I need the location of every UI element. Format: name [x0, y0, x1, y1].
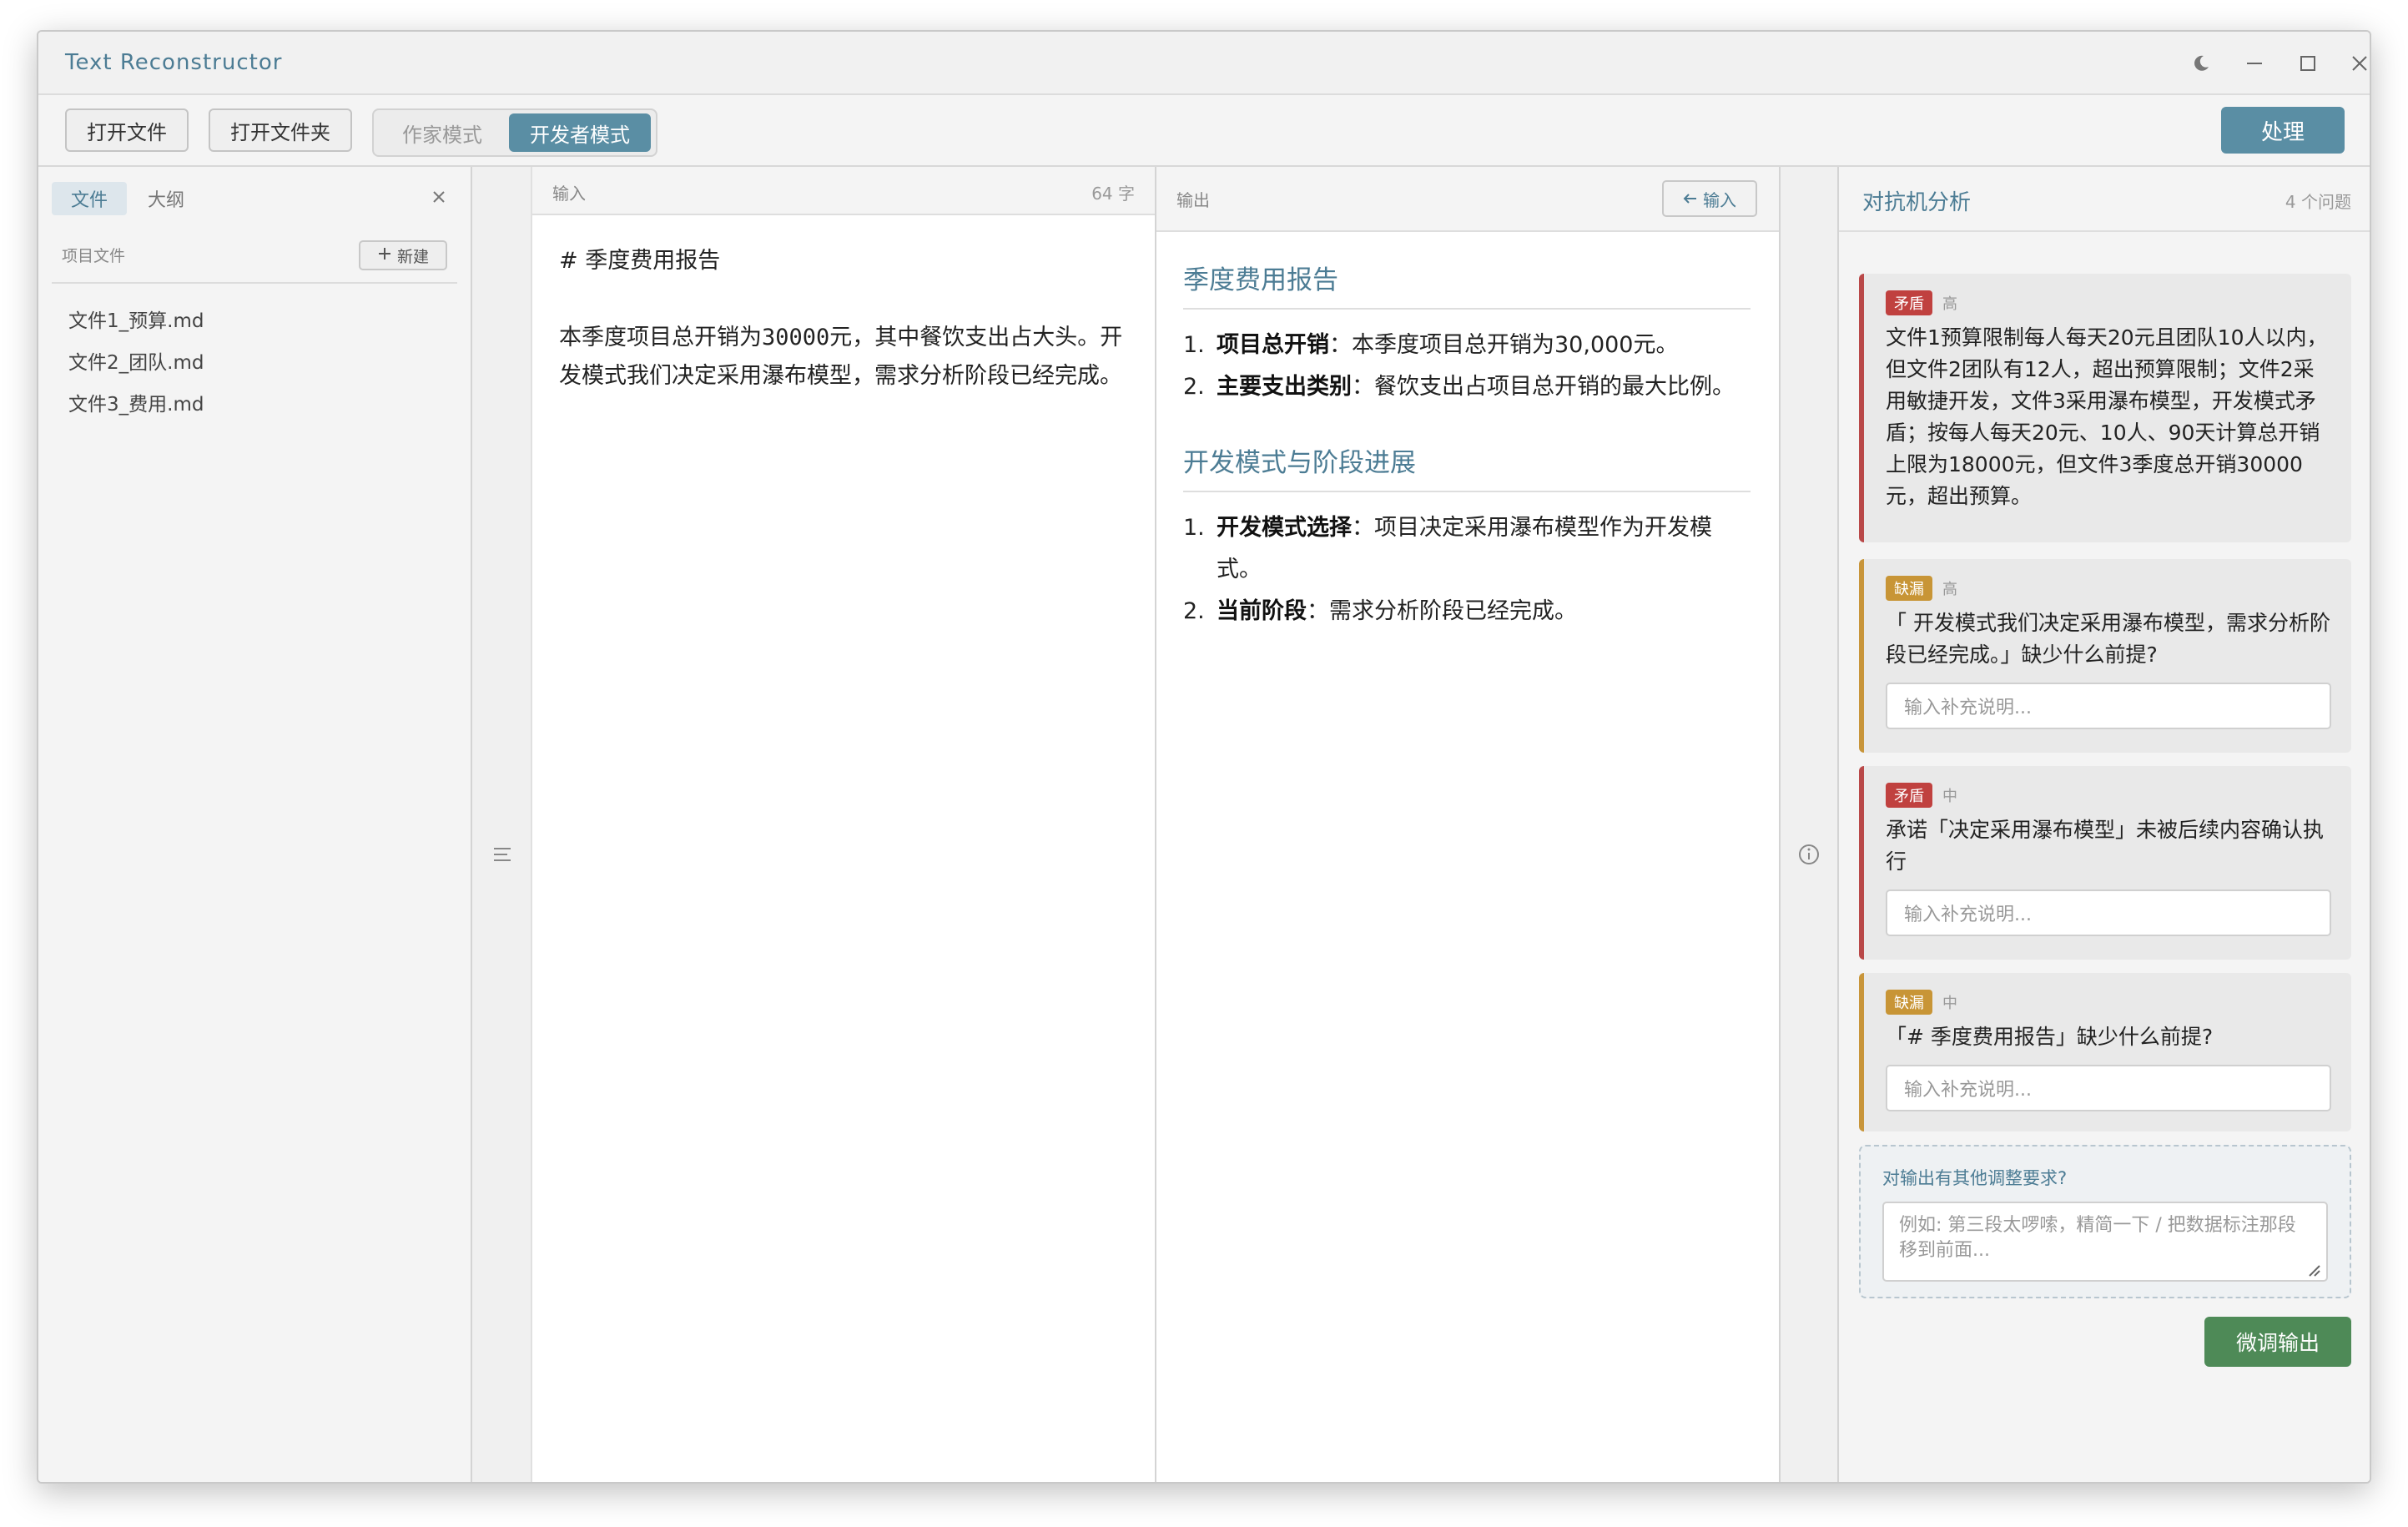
- output-list: 1. 开发模式选择：项目决定采用瀑布模型作为开发模式。 2. 当前阶段：需求分析阶段…: [1183, 507, 1751, 632]
- sidebar: 文件 大纲 项目文件 新建 文件1_预算.md 文件2_团队.md 文件3_费用…: [38, 167, 472, 1482]
- minimize-icon[interactable]: [2239, 48, 2269, 78]
- issue-card: 矛盾 高 文件1预算限制每人每天20元且团队10人以内，但文件2团队有12人，超…: [1859, 274, 2351, 542]
- divider: [52, 282, 457, 284]
- back-to-input-button[interactable]: 输入: [1662, 180, 1757, 217]
- output-gutter: [1781, 167, 1839, 1482]
- developer-mode-button[interactable]: 开发者模式: [509, 113, 651, 152]
- output-list: 1. 项目总开销：本季度项目总开销为30,000元。 2. 主要支出类别：餐饮支出占…: [1183, 325, 1751, 408]
- contradiction-badge: 矛盾: [1886, 290, 1932, 315]
- issue-card: 矛盾 中 承诺「决定采用瀑布模型」未被后续内容确认执行 输入补充说明...: [1859, 766, 2351, 960]
- input-label: 输入: [552, 184, 586, 204]
- input-editor[interactable]: # 季度费用报告 本季度项目总开销为30000元，其中餐饮支出占大头。开发模式我…: [559, 242, 1135, 434]
- file-list: 文件1_预算.md 文件2_团队.md 文件3_费用.md: [68, 300, 204, 426]
- list-item: 1. 开发模式选择：项目决定采用瀑布模型作为开发模式。: [1183, 515, 1712, 582]
- info-icon[interactable]: [1797, 843, 1821, 866]
- severity-label: 高: [1942, 295, 1957, 313]
- supplement-input[interactable]: 输入补充说明...: [1886, 1065, 2331, 1111]
- plus-icon: [377, 246, 392, 265]
- issue-count: 4 个问题: [2285, 192, 2351, 212]
- adjustment-label: 对输出有其他调整要求?: [1882, 1168, 2068, 1188]
- adjustment-box: 对输出有其他调整要求? 例如: 第三段太啰嗦，精简一下 / 把数据标注那段移到前…: [1859, 1145, 2351, 1298]
- char-count: 64 字: [1091, 184, 1135, 204]
- input-number: 30000: [762, 325, 830, 350]
- back-label: 输入: [1703, 189, 1736, 210]
- fine-tune-button[interactable]: 微调输出: [2204, 1317, 2351, 1367]
- writer-mode-button[interactable]: 作家模式: [379, 113, 506, 152]
- tab-outline[interactable]: 大纲: [137, 182, 195, 215]
- new-file-button[interactable]: 新建: [359, 240, 447, 270]
- resize-grip-icon[interactable]: [2306, 1260, 2321, 1277]
- input-gutter: [472, 167, 532, 1482]
- supplement-input[interactable]: 输入补充说明...: [1886, 889, 2331, 936]
- output-heading: 开发模式与阶段进展: [1183, 441, 1751, 492]
- issue-text: 文件1预算限制每人每天20元且团队10人以内，但文件2团队有12人，超出预算限制…: [1886, 325, 2328, 508]
- omission-badge: 缺漏: [1886, 990, 1932, 1015]
- arrow-left-icon: [1683, 189, 1698, 209]
- output-content: 季度费用报告 1. 项目总开销：本季度项目总开销为30,000元。 2. 主要支出类…: [1183, 259, 1751, 666]
- list-item: 2. 主要支出类别：餐饮支出占项目总开销的最大比例。: [1183, 374, 1735, 400]
- toolbar: 打开文件 打开文件夹 作家模式 开发者模式 处理: [38, 95, 2370, 167]
- mode-switch: 作家模式 开发者模式: [372, 108, 657, 157]
- issue-text: 「# 季度费用报告」缺少什么前提?: [1886, 1025, 2214, 1049]
- file-item[interactable]: 文件2_团队.md: [68, 342, 204, 384]
- moon-icon[interactable]: [2186, 48, 2216, 78]
- input-header: 输入 64 字: [532, 167, 1155, 215]
- section-title: 项目文件: [62, 247, 126, 265]
- close-icon[interactable]: [429, 187, 449, 207]
- menu-icon[interactable]: [491, 843, 514, 866]
- input-paragraph: 本季度项目总开销为30000元，其中餐饮支出占大头。开发模式我们决定采用瀑布模型…: [559, 325, 1123, 389]
- list-item: 2. 当前阶段：需求分析阶段已经完成。: [1183, 598, 1577, 624]
- issue-text: 「 开发模式我们决定采用瀑布模型，需求分析阶段已经完成。」缺少什么前提?: [1886, 611, 2330, 667]
- output-pane: 输出 输入 季度费用报告 1. 项目总开销：本季度项目总开销为30,000元。 2…: [1156, 167, 1781, 1482]
- issue-text: 承诺「决定采用瀑布模型」未被后续内容确认执行: [1886, 818, 2325, 874]
- severity-label: 中: [1942, 788, 1957, 805]
- severity-label: 中: [1942, 995, 1957, 1012]
- file-item[interactable]: 文件1_预算.md: [68, 300, 204, 342]
- analysis-title: 对抗机分析: [1862, 190, 1972, 215]
- open-file-button[interactable]: 打开文件: [65, 108, 189, 152]
- divider: [1839, 230, 2370, 232]
- process-button[interactable]: 处理: [2221, 107, 2345, 154]
- contradiction-badge: 矛盾: [1886, 783, 1932, 808]
- issue-card: 缺漏 中 「# 季度费用报告」缺少什么前提? 输入补充说明...: [1859, 973, 2351, 1131]
- new-file-label: 新建: [396, 247, 429, 266]
- file-item[interactable]: 文件3_费用.md: [68, 384, 204, 426]
- list-item: 1. 项目总开销：本季度项目总开销为30,000元。: [1183, 332, 1679, 358]
- output-label: 输出: [1176, 190, 1210, 210]
- adjustment-textarea[interactable]: 例如: 第三段太啰嗦，精简一下 / 把数据标注那段移到前面...: [1882, 1202, 2328, 1282]
- open-folder-button[interactable]: 打开文件夹: [209, 108, 352, 152]
- input-heading: # 季度费用报告: [559, 248, 721, 274]
- tab-files[interactable]: 文件: [52, 182, 127, 215]
- supplement-input[interactable]: 输入补充说明...: [1886, 683, 2331, 729]
- output-heading: 季度费用报告: [1183, 259, 1751, 310]
- title-bar: Text Reconstructor: [38, 32, 2370, 95]
- app-window: Text Reconstructor 打开文件 打开文件夹 作家模式 开发者模式…: [37, 30, 2371, 1484]
- close-icon[interactable]: [2345, 48, 2370, 78]
- issue-card: 缺漏 高 「 开发模式我们决定采用瀑布模型，需求分析阶段已经完成。」缺少什么前提…: [1859, 559, 2351, 753]
- severity-label: 高: [1942, 581, 1957, 598]
- omission-badge: 缺漏: [1886, 576, 1932, 601]
- input-pane[interactable]: 输入 64 字 # 季度费用报告 本季度项目总开销为30000元，其中餐饮支出占…: [532, 167, 1156, 1482]
- maximize-icon[interactable]: [2293, 48, 2323, 78]
- analysis-panel: 对抗机分析 4 个问题 矛盾 高 文件1预算限制每人每天20元且团队10人以内，…: [1839, 167, 2370, 1482]
- output-header: 输出 输入: [1156, 167, 1779, 232]
- app-title: Text Reconstructor: [65, 50, 283, 75]
